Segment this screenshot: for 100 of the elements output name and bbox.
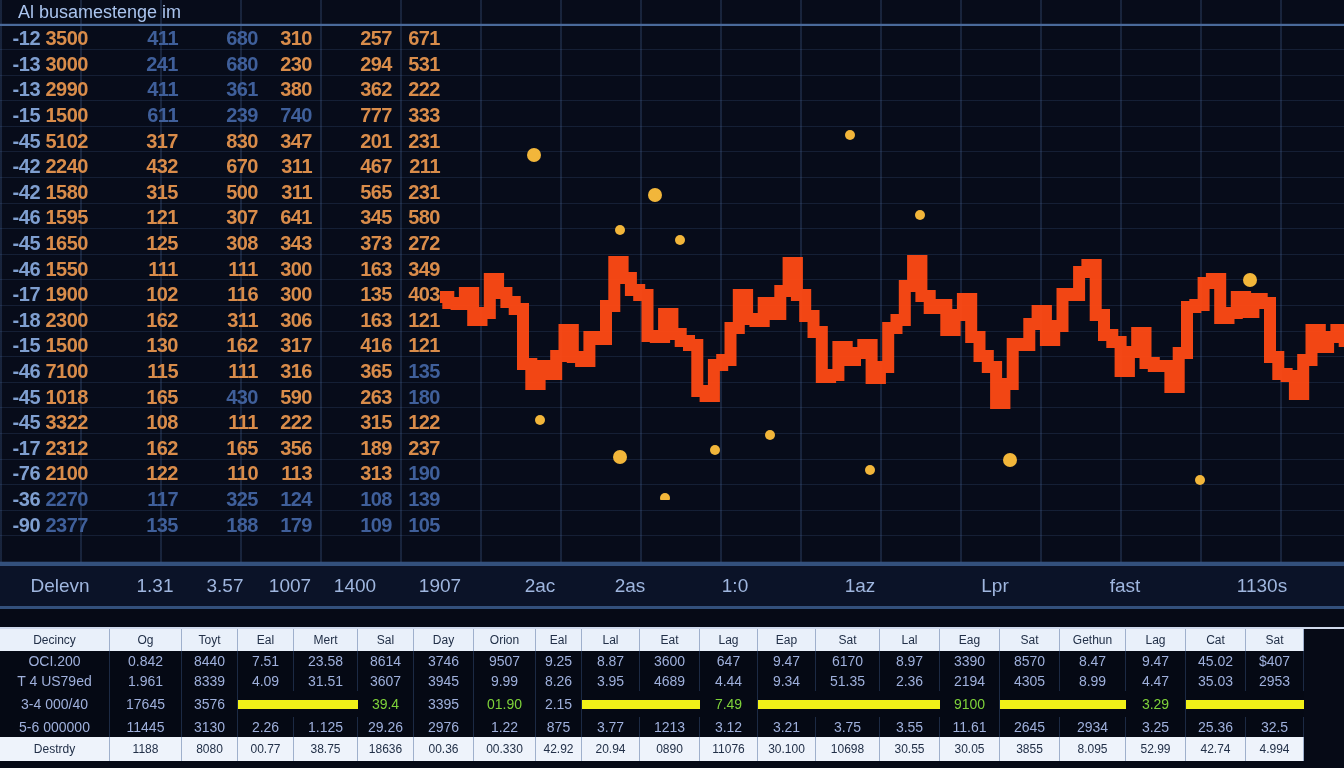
ticker-value: 122 xyxy=(408,411,440,435)
highlight-bar xyxy=(1060,699,1126,709)
ticker-value: 777 xyxy=(360,104,392,128)
ticker-value: 362 xyxy=(360,78,392,102)
ticker-value: 7100 xyxy=(45,360,88,383)
footer-cell: 00.77 xyxy=(238,737,294,761)
ticker-value: 315 xyxy=(146,180,178,204)
ticker-value: 135 xyxy=(408,360,440,383)
ticker-value: 237 xyxy=(408,436,440,460)
ticker-value: 135 xyxy=(146,513,178,537)
ticker-value: 222 xyxy=(408,78,440,102)
ticker-value: 310 xyxy=(280,27,312,51)
ticker-value: 180 xyxy=(408,385,440,409)
ticker-value: 110 xyxy=(227,462,258,486)
ticker-value: -45 xyxy=(12,385,40,409)
ticker-value: 671 xyxy=(408,27,440,51)
footer-cell: 8.095 xyxy=(1060,737,1126,761)
column-header: Eag xyxy=(940,629,1000,651)
ticker-value: 311 xyxy=(227,308,258,332)
ticker-value: -36 xyxy=(12,488,40,511)
ticker-value: 306 xyxy=(280,308,312,332)
ticker-value: 416 xyxy=(360,334,392,358)
ticker-value: 1500 xyxy=(45,104,88,128)
ticker-value: 2270 xyxy=(45,488,88,511)
ticker-value: 257 xyxy=(360,27,392,51)
ticker-value: 641 xyxy=(280,206,312,230)
ticker-value: 121 xyxy=(146,206,178,230)
ticker-value: 2240 xyxy=(45,155,88,179)
ticker-value: 231 xyxy=(408,180,440,204)
ticker-value: 3000 xyxy=(45,52,88,76)
ticker-value: -17 xyxy=(12,283,40,307)
footer-cell: 00.330 xyxy=(474,737,536,761)
ticker-value: 201 xyxy=(360,129,392,153)
column-header: Lag xyxy=(700,629,758,651)
ticker-value: 343 xyxy=(280,232,312,256)
footer-cell: 11076 xyxy=(700,737,758,761)
column-header: Gethun xyxy=(1060,629,1126,651)
footer-cell: 3855 xyxy=(1000,737,1060,761)
ticker-value: 361 xyxy=(226,78,258,102)
ticker-value: -15 xyxy=(12,104,40,128)
axis-label: 3.57 xyxy=(206,575,244,597)
axis-label: 2as xyxy=(614,575,646,597)
column-header: Day xyxy=(414,629,474,651)
ticker-value: 179 xyxy=(280,513,312,537)
column-header: Og xyxy=(110,629,182,651)
ticker-value: 316 xyxy=(280,360,312,383)
ticker-value: 1500 xyxy=(45,334,88,358)
ticker-value: 345 xyxy=(360,206,392,230)
ticker-value: 239 xyxy=(226,104,258,128)
ticker-value: 139 xyxy=(408,488,440,511)
footer-cell: 42.92 xyxy=(536,737,582,761)
column-header: Lal xyxy=(880,629,940,651)
ticker-value: -45 xyxy=(12,129,40,153)
ticker-value: -90 xyxy=(12,513,40,537)
column-header: Eal xyxy=(238,629,294,651)
ticker-value: -45 xyxy=(12,232,40,256)
footer-cell: 10698 xyxy=(816,737,880,761)
footer-cell: 00.36 xyxy=(414,737,474,761)
footer-cell: 20.94 xyxy=(582,737,640,761)
axis-label: Delevn xyxy=(30,575,90,597)
column-header: Lal xyxy=(582,629,640,651)
ticker-value: 108 xyxy=(360,488,392,511)
footer-cell: 30.100 xyxy=(758,737,816,761)
footer-cell: 38.75 xyxy=(294,737,358,761)
column-header: Lag xyxy=(1126,629,1186,651)
ticker-value: 411 xyxy=(147,78,178,102)
ticker-value: 411 xyxy=(147,27,178,51)
column-header: Decincy xyxy=(0,629,110,651)
ticker-value: 105 xyxy=(408,513,440,537)
ticker-value: 349 xyxy=(408,257,440,281)
ticker-value: 315 xyxy=(360,411,392,435)
footer-cell: 8080 xyxy=(182,737,238,761)
ticker-value: 1650 xyxy=(45,232,88,256)
column-header: Eat xyxy=(640,629,700,651)
ticker-value: 165 xyxy=(146,385,178,409)
column-header: Orion xyxy=(474,629,536,651)
footer-cell: 30.55 xyxy=(880,737,940,761)
ticker-value: 590 xyxy=(280,385,312,409)
axis-label: fast xyxy=(1109,575,1141,597)
ticker-value: 1018 xyxy=(45,385,88,409)
ticker-value: 1580 xyxy=(45,180,88,204)
ticker-value: 263 xyxy=(360,385,392,409)
ticker-value: 308 xyxy=(226,232,258,256)
axis-label: 1az xyxy=(844,575,876,597)
ticker-value: 2300 xyxy=(45,308,88,332)
ticker-value: 3322 xyxy=(45,411,88,435)
ticker-value: 231 xyxy=(408,129,440,153)
ticker-value: 1900 xyxy=(45,283,88,307)
ticker-value: -18 xyxy=(12,308,40,332)
ticker-value: 294 xyxy=(360,52,392,76)
ticker-value: -13 xyxy=(12,52,40,76)
ticker-value: 311 xyxy=(281,155,312,179)
ticker-value: 430 xyxy=(226,385,258,409)
ticker-value: 162 xyxy=(146,436,178,460)
ticker-value: 500 xyxy=(226,180,258,204)
ticker-value: -45 xyxy=(12,411,40,435)
column-header: Cat xyxy=(1186,629,1246,651)
ticker-value: 670 xyxy=(226,155,258,179)
ticker-value: 108 xyxy=(146,411,178,435)
ticker-value: 102 xyxy=(146,283,178,307)
